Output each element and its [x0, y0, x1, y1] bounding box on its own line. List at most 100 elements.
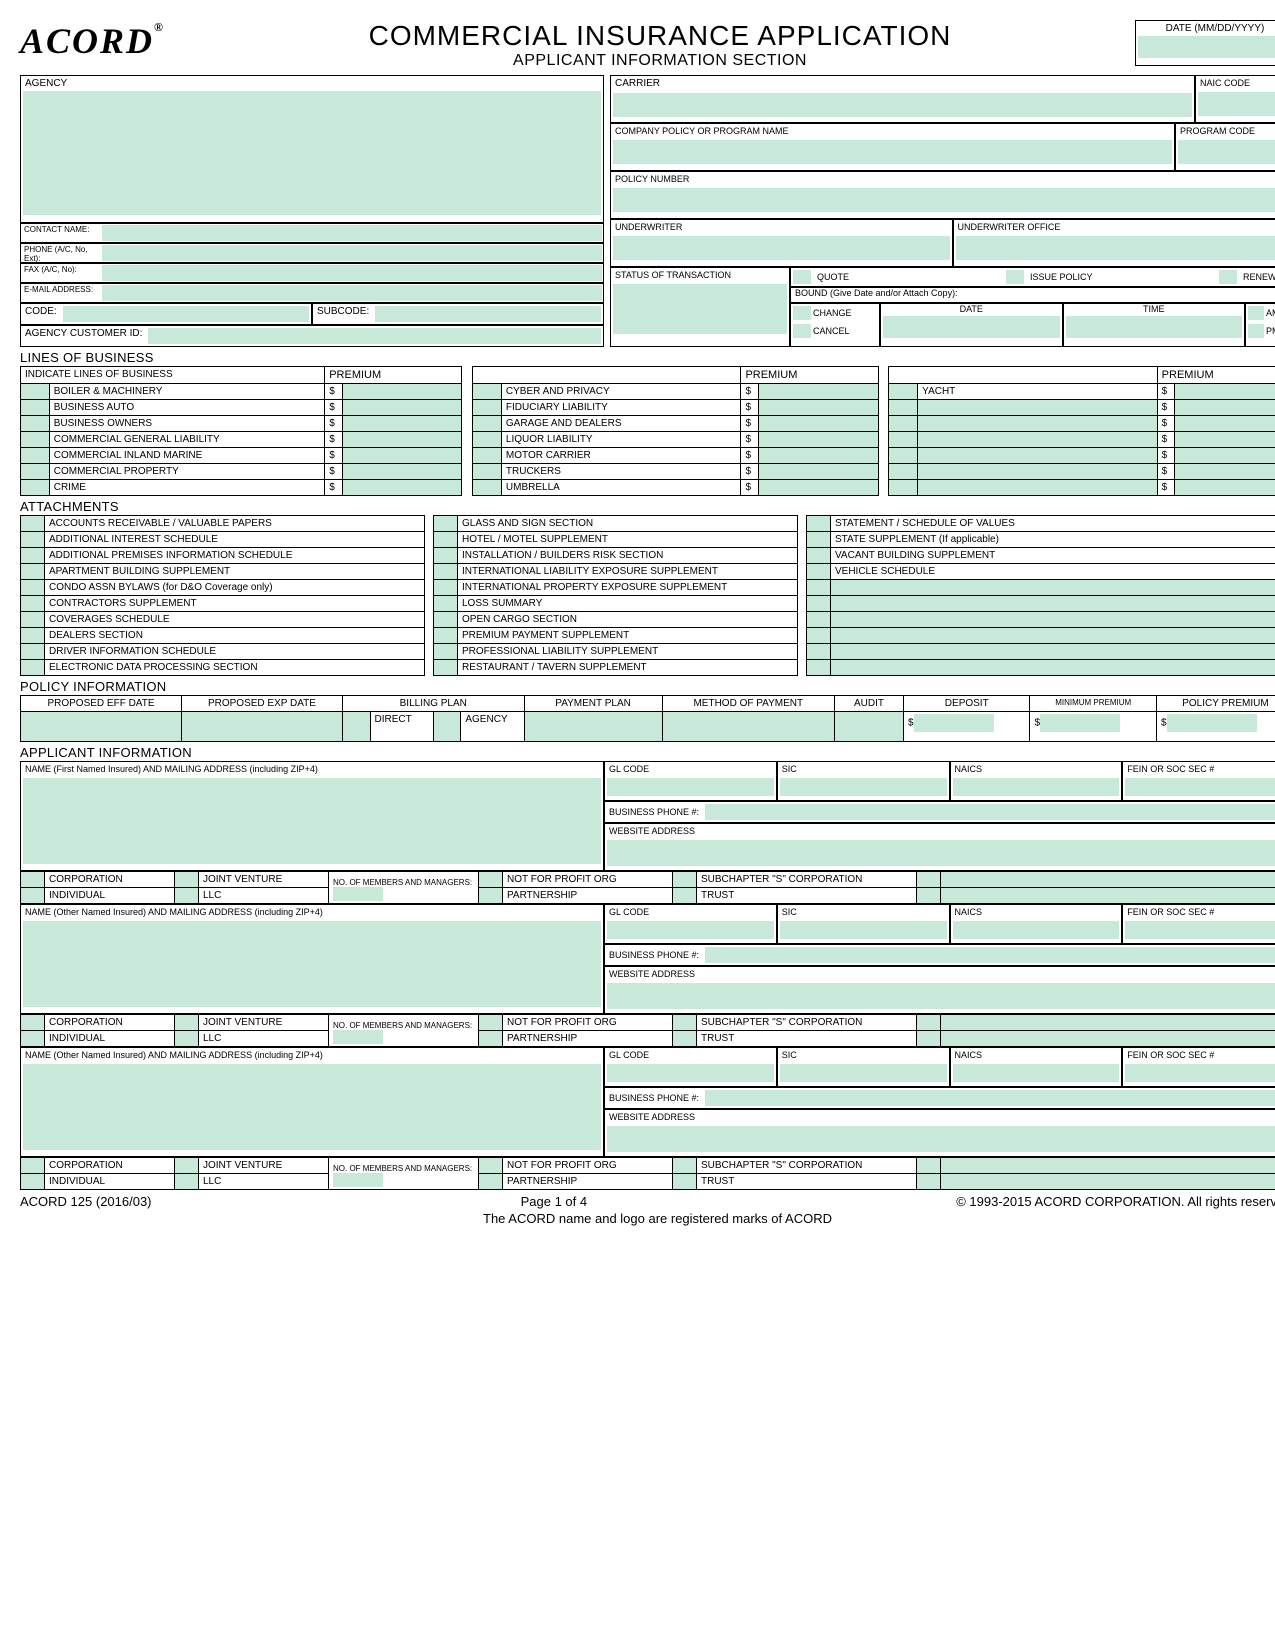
lob-premium-input[interactable]	[1175, 384, 1275, 400]
lob-premium-input[interactable]	[758, 480, 878, 496]
entity-checkbox[interactable]	[917, 888, 941, 904]
contact-name-input[interactable]	[102, 225, 602, 241]
fein-input[interactable]	[1125, 921, 1275, 939]
entity-checkbox[interactable]	[479, 872, 503, 888]
entity-checkbox[interactable]	[673, 888, 697, 904]
lob-checkbox[interactable]	[473, 432, 502, 448]
lob-checkbox[interactable]	[473, 480, 502, 496]
lob-premium-input[interactable]	[342, 432, 462, 448]
entity-checkbox[interactable]	[917, 1015, 941, 1031]
direct-checkbox[interactable]	[342, 712, 370, 742]
attachment-checkbox[interactable]	[21, 628, 45, 644]
entity-checkbox[interactable]	[917, 1174, 941, 1190]
attachment-checkbox[interactable]	[807, 532, 831, 548]
lob-premium-input[interactable]	[1175, 480, 1275, 496]
attachment-checkbox[interactable]	[21, 548, 45, 564]
entity-checkbox[interactable]	[479, 1031, 503, 1047]
lob-premium-input[interactable]	[1175, 432, 1275, 448]
lob-checkbox[interactable]	[21, 480, 50, 496]
lob-premium-input[interactable]	[1175, 464, 1275, 480]
lob-item[interactable]	[918, 480, 1158, 496]
lob-checkbox[interactable]	[889, 432, 918, 448]
entity-checkbox[interactable]	[479, 1015, 503, 1031]
lob-checkbox[interactable]	[21, 432, 50, 448]
cancel-checkbox[interactable]	[793, 324, 811, 338]
audit-input[interactable]	[835, 712, 904, 742]
attachment-checkbox[interactable]	[21, 660, 45, 676]
entity-checkbox[interactable]	[479, 1158, 503, 1174]
exp-input[interactable]	[181, 712, 342, 742]
attachment-item[interactable]	[831, 644, 1275, 660]
agency-checkbox[interactable]	[433, 712, 461, 742]
sic-input[interactable]	[780, 778, 947, 796]
entity-other-input[interactable]	[941, 1015, 1275, 1031]
phone-input[interactable]	[705, 804, 1275, 820]
lob-checkbox[interactable]	[21, 384, 50, 400]
lob-checkbox[interactable]	[473, 448, 502, 464]
pm-checkbox[interactable]	[1248, 324, 1264, 338]
subcode-input[interactable]	[375, 306, 601, 322]
attachment-checkbox[interactable]	[21, 564, 45, 580]
members-input[interactable]	[333, 1173, 383, 1187]
lob-checkbox[interactable]	[889, 448, 918, 464]
attachment-checkbox[interactable]	[434, 644, 458, 660]
attachment-checkbox[interactable]	[434, 628, 458, 644]
lob-premium-input[interactable]	[1175, 400, 1275, 416]
lob-checkbox[interactable]	[889, 464, 918, 480]
attachment-checkbox[interactable]	[807, 580, 831, 596]
lob-item[interactable]	[918, 416, 1158, 432]
attachment-checkbox[interactable]	[807, 660, 831, 676]
attachment-checkbox[interactable]	[21, 532, 45, 548]
policy-premium-input[interactable]	[1167, 714, 1257, 732]
entity-checkbox[interactable]	[917, 1031, 941, 1047]
quote-checkbox[interactable]	[793, 270, 811, 284]
name-input[interactable]	[23, 778, 601, 864]
lob-checkbox[interactable]	[473, 464, 502, 480]
fax-input[interactable]	[102, 265, 602, 281]
lob-premium-input[interactable]	[342, 400, 462, 416]
lob-checkbox[interactable]	[21, 400, 50, 416]
attachment-checkbox[interactable]	[807, 628, 831, 644]
email-input[interactable]	[102, 285, 602, 301]
entity-checkbox[interactable]	[673, 872, 697, 888]
status-input[interactable]	[613, 284, 787, 334]
gl-code-input[interactable]	[607, 778, 774, 796]
lob-item[interactable]	[918, 464, 1158, 480]
min-premium-input[interactable]	[1040, 714, 1120, 732]
entity-checkbox[interactable]	[673, 1158, 697, 1174]
lob-premium-input[interactable]	[342, 480, 462, 496]
customer-id-input[interactable]	[148, 328, 601, 344]
date-input[interactable]	[1138, 36, 1275, 58]
trans-time-input[interactable]	[1066, 316, 1243, 338]
phone-input[interactable]	[705, 1090, 1275, 1106]
lob-premium-input[interactable]	[342, 384, 462, 400]
name-input[interactable]	[23, 1064, 601, 1150]
attachment-checkbox[interactable]	[434, 580, 458, 596]
attachment-checkbox[interactable]	[434, 532, 458, 548]
attachment-checkbox[interactable]	[807, 564, 831, 580]
lob-premium-input[interactable]	[758, 384, 878, 400]
attachment-checkbox[interactable]	[807, 644, 831, 660]
attachment-checkbox[interactable]	[807, 596, 831, 612]
lob-premium-input[interactable]	[342, 464, 462, 480]
method-input[interactable]	[662, 712, 834, 742]
trans-date-input[interactable]	[883, 316, 1060, 338]
carrier-input[interactable]	[613, 93, 1192, 117]
attachment-checkbox[interactable]	[21, 612, 45, 628]
naics-input[interactable]	[953, 778, 1120, 796]
lob-premium-input[interactable]	[758, 448, 878, 464]
entity-other-input[interactable]	[941, 1174, 1275, 1190]
attachment-checkbox[interactable]	[434, 660, 458, 676]
agency-textarea[interactable]	[23, 91, 601, 215]
attachment-checkbox[interactable]	[807, 548, 831, 564]
program-code-input[interactable]	[1178, 140, 1275, 164]
am-checkbox[interactable]	[1248, 306, 1264, 320]
naic-input[interactable]	[1198, 92, 1275, 116]
lob-checkbox[interactable]	[21, 448, 50, 464]
lob-item[interactable]	[918, 448, 1158, 464]
phone-input[interactable]	[705, 947, 1275, 963]
name-input[interactable]	[23, 921, 601, 1007]
entity-other-input[interactable]	[941, 1031, 1275, 1047]
lob-premium-input[interactable]	[342, 448, 462, 464]
lob-premium-input[interactable]	[342, 416, 462, 432]
